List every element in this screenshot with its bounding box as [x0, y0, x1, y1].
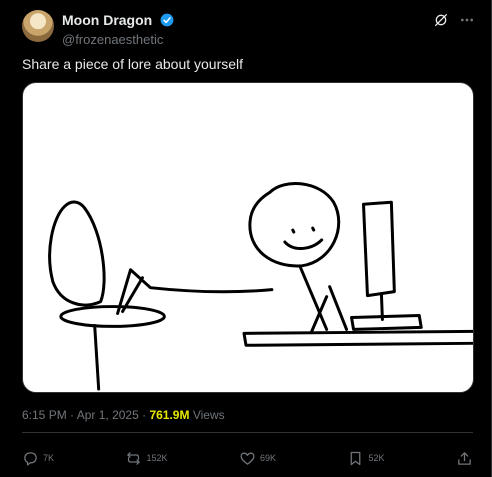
repost-icon [127, 451, 141, 465]
avatar[interactable] [22, 10, 54, 42]
post-date[interactable]: Apr 1, 2025 [77, 408, 139, 422]
bookmark-count: 52K [368, 453, 385, 463]
bookmark-button[interactable]: 52K [347, 450, 384, 467]
repost-count: 152K [146, 453, 168, 463]
meta-separator: · [70, 408, 75, 422]
post-meta: 6:15 PM · Apr 1, 2025 · 761.9M Views [22, 408, 225, 422]
post: Moon Dragon @frozenaesthetic Share a pie… [0, 0, 492, 477]
post-time[interactable]: 6:15 PM [22, 408, 67, 422]
post-text: Share a piece of lore about yourself [22, 56, 244, 72]
repost-button[interactable]: 152K [125, 450, 168, 467]
like-button[interactable]: 69K [239, 450, 276, 467]
post-image[interactable] [22, 82, 474, 393]
stick-figure-drawing [48, 181, 473, 391]
like-count: 69K [259, 453, 276, 463]
reply-icon [24, 451, 37, 466]
share-icon [458, 451, 471, 465]
share-button[interactable] [456, 450, 473, 467]
views-label: Views [192, 408, 225, 422]
display-name[interactable]: Moon Dragon [62, 12, 152, 28]
divider [22, 432, 473, 433]
verified-badge-icon [160, 13, 174, 27]
grok-icon[interactable] [433, 12, 449, 28]
handle[interactable]: @frozenaesthetic [62, 32, 174, 47]
action-bar: 7K 152K 69K 52K [22, 446, 473, 470]
bookmark-icon [351, 451, 361, 465]
top-actions [433, 12, 475, 28]
reply-count: 7K [43, 453, 55, 463]
like-icon [240, 452, 255, 465]
views-count[interactable]: 761.9M [149, 408, 189, 422]
meta-separator-2: · [142, 408, 147, 422]
reply-button[interactable]: 7K [22, 450, 54, 467]
more-icon[interactable] [459, 12, 475, 28]
post-header: Moon Dragon @frozenaesthetic [22, 10, 475, 47]
author-names: Moon Dragon @frozenaesthetic [62, 11, 174, 47]
